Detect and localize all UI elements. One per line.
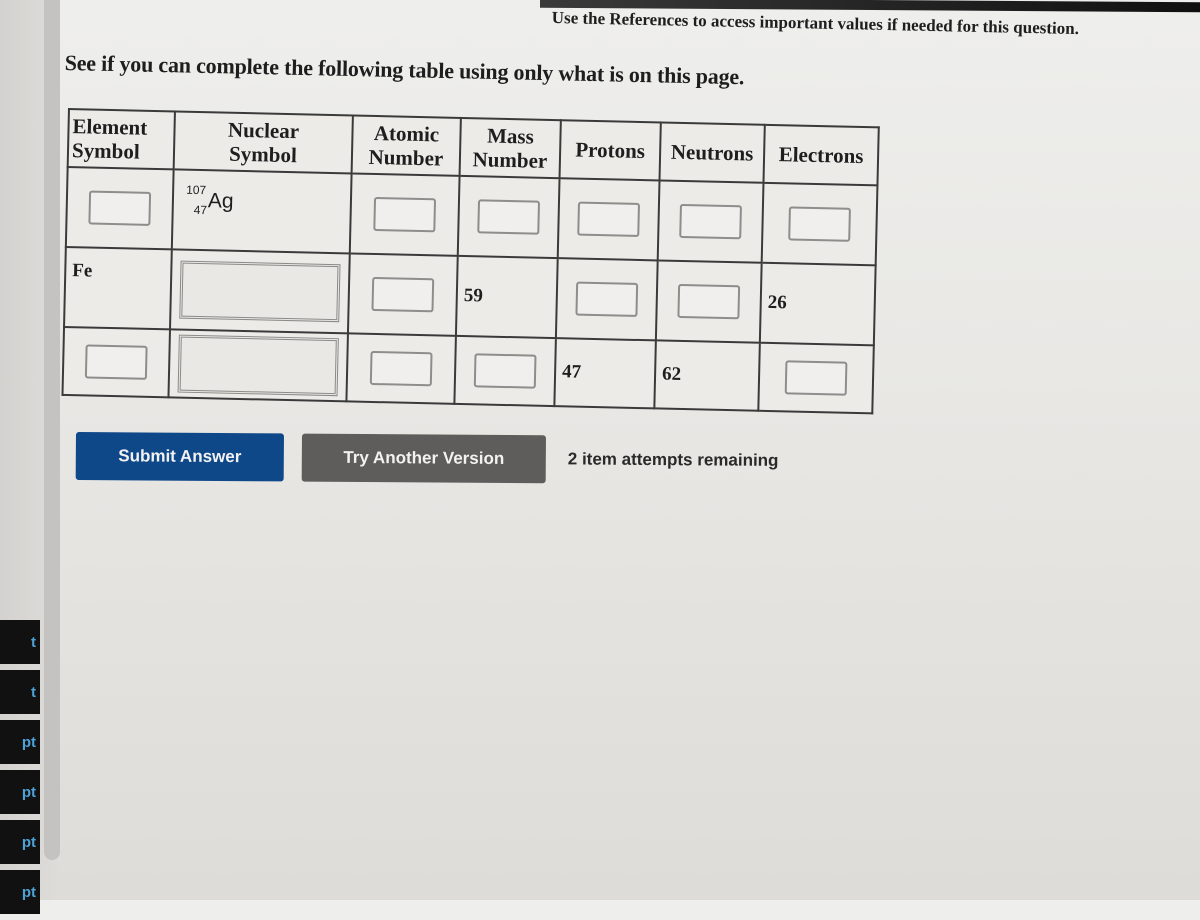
cell-mass-number: 59: [455, 255, 558, 339]
protons-input[interactable]: [575, 281, 639, 317]
cell-electrons: 26: [759, 262, 876, 346]
cell-mass-number: [454, 335, 556, 407]
protons-input[interactable]: [577, 201, 640, 237]
cell-nuclear-symbol: [168, 329, 348, 402]
left-sidebar: t t pt pt pt pt: [0, 0, 60, 914]
header-protons: Protons: [559, 120, 661, 181]
nuclide-mass-number: 107: [186, 182, 207, 198]
question-instructions: See if you can complete the following ta…: [64, 50, 745, 90]
header-element-symbol: Element Symbol: [67, 109, 175, 170]
cell-neutrons: [657, 180, 764, 263]
header-text: Protons: [575, 137, 646, 164]
header-text: Element: [72, 114, 148, 140]
cell-element-symbol: [62, 326, 171, 398]
neutrons-value: 62: [661, 363, 682, 385]
sidebar-item[interactable]: pt: [0, 770, 40, 814]
header-text: Neutrons: [670, 139, 754, 166]
header-text: Mass: [486, 123, 535, 149]
sidebar-item[interactable]: pt: [0, 720, 40, 764]
header-text: Atomic: [373, 120, 440, 147]
header-nuclear-symbol: Nuclear Symbol: [173, 111, 353, 174]
nuclear-symbol-input[interactable]: [179, 260, 341, 323]
nuclear-symbol: 107 47 Ag: [185, 183, 266, 225]
cell-nuclear-symbol: 107 47 Ag: [171, 169, 352, 254]
cell-neutrons: 62: [654, 340, 760, 411]
sidebar-item[interactable]: t: [0, 670, 40, 714]
neutrons-input[interactable]: [679, 203, 742, 240]
atomic-number-input[interactable]: [371, 276, 435, 313]
electrons-input[interactable]: [784, 360, 848, 396]
cell-nuclear-symbol: [170, 249, 350, 334]
cell-electrons: [761, 182, 878, 266]
isotope-table: Element Symbol Nuclear Symbol Atomic Num…: [61, 108, 880, 415]
header-text: Nuclear: [227, 117, 300, 144]
atomic-number-input[interactable]: [373, 196, 437, 233]
isotope-table-container: Element Symbol Nuclear Symbol Atomic Num…: [61, 108, 880, 415]
mass-number-value: 59: [463, 285, 484, 307]
sidebar-point-list: t t pt pt pt pt: [0, 620, 40, 920]
cell-atomic-number: [346, 333, 456, 404]
cell-atomic-number: [349, 173, 460, 256]
header-text: Symbol: [228, 141, 298, 168]
attempts-remaining: 2 item attempts remaining: [567, 449, 779, 470]
try-another-version-button[interactable]: Try Another Version: [301, 433, 546, 484]
header-text: Number: [472, 147, 548, 173]
element-symbol-input[interactable]: [84, 344, 148, 380]
mass-number-input[interactable]: [477, 199, 541, 235]
references-note: Use the References to access important v…: [551, 8, 1080, 39]
header-neutrons: Neutrons: [659, 122, 765, 183]
cell-neutrons: [655, 260, 762, 343]
header-mass-number: Mass Number: [459, 117, 561, 179]
nuclide-element: Ag: [207, 189, 234, 213]
nuclide-atomic-number: 47: [193, 202, 208, 218]
cell-atomic-number: [347, 253, 458, 336]
nuclear-symbol-input[interactable]: [177, 334, 339, 397]
element-symbol-value: Fe: [72, 260, 93, 282]
cell-element-symbol: [65, 167, 174, 250]
cell-protons: [557, 178, 660, 261]
sidebar-item[interactable]: pt: [0, 870, 40, 914]
mass-number-input[interactable]: [473, 353, 537, 389]
electrons-input[interactable]: [788, 206, 851, 242]
cell-electrons: [758, 342, 874, 414]
header-electrons: Electrons: [763, 124, 879, 186]
sidebar-item[interactable]: pt: [0, 820, 40, 864]
cell-protons: [555, 258, 658, 341]
cell-mass-number: [457, 175, 560, 259]
header-text: Symbol: [71, 138, 140, 164]
header-text: Electrons: [778, 142, 864, 169]
header-atomic-number: Atomic Number: [351, 115, 461, 176]
cell-protons: 47: [554, 338, 656, 409]
submit-answer-button[interactable]: Submit Answer: [75, 432, 284, 482]
neutrons-input[interactable]: [677, 283, 741, 320]
protons-value: 47: [561, 361, 582, 383]
electrons-value: 26: [767, 291, 788, 314]
sidebar-item[interactable]: t: [0, 620, 40, 664]
element-symbol-input[interactable]: [88, 190, 152, 226]
sidebar-scrollbar[interactable]: [44, 0, 60, 860]
header-text: Number: [368, 144, 444, 171]
cell-element-symbol: Fe: [64, 246, 172, 330]
action-bar: Submit Answer Try Another Version 2 item…: [75, 432, 779, 485]
atomic-number-input[interactable]: [369, 350, 433, 387]
